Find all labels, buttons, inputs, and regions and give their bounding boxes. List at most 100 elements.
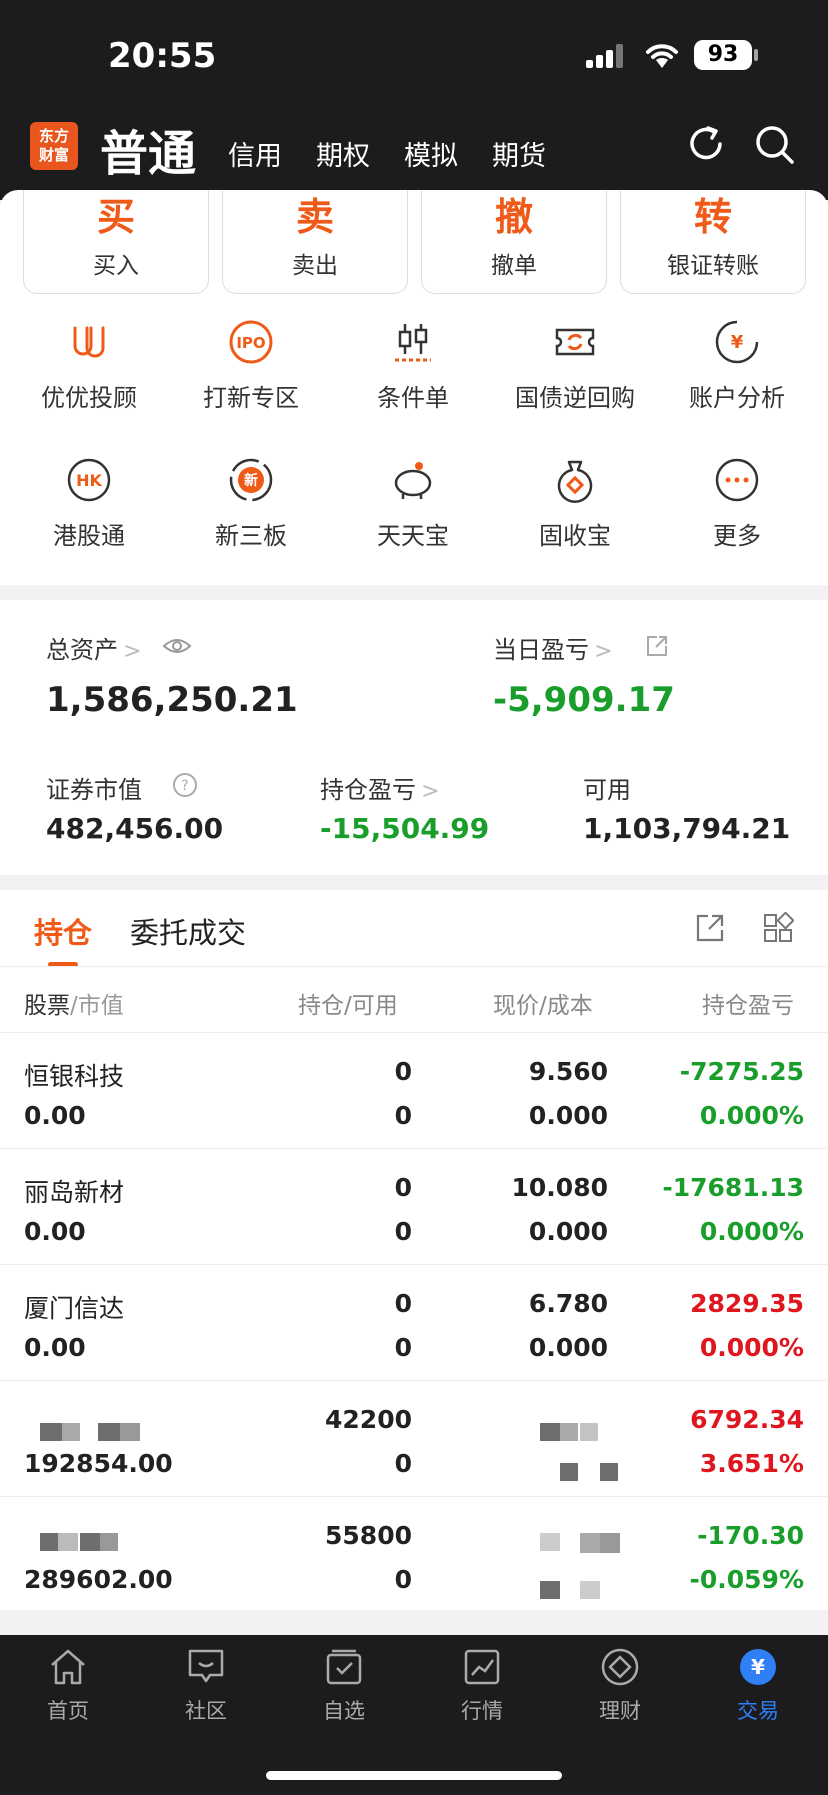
status-time: 20:55	[108, 36, 217, 76]
stock-name: 厦门信达	[24, 1294, 125, 1323]
current-price: 10.080	[511, 1173, 608, 1202]
shortcut-new-third-board[interactable]: 新 新三板	[171, 456, 331, 551]
hk-icon: HK	[67, 458, 111, 502]
position-pl: 2829.35	[690, 1289, 804, 1318]
market-value: 0.00	[24, 1217, 86, 1246]
hold-qty: 0	[394, 1173, 412, 1202]
piggy-bank-icon	[394, 462, 432, 499]
cancel-order-button[interactable]: 撤 撤单	[421, 190, 607, 294]
sell-button[interactable]: 卖 卖出	[222, 190, 408, 294]
chevron-right-icon: >	[123, 639, 142, 664]
market-value: 192854.00	[24, 1449, 173, 1478]
market-value: 0.00	[24, 1333, 86, 1362]
tab-community[interactable]: 社区	[156, 1647, 256, 1725]
bank-transfer-button[interactable]: 转 银证转账	[620, 190, 806, 294]
positions-panel: 持仓 委托成交 股票/市值 持仓/可用 现价/成本 持仓盈亏 恒银科技 0.00…	[0, 890, 828, 1610]
new-board-icon: 新	[229, 458, 273, 502]
col-header-price[interactable]: 现价/成本	[493, 986, 593, 1020]
position-pl-value: -15,504.99	[320, 812, 490, 845]
app-logo: 东方 财富	[30, 122, 78, 170]
available-label: 可用	[583, 776, 631, 804]
shortcut-account-analysis[interactable]: ¥ 账户分析	[657, 318, 817, 413]
status-bar: 20:55 93	[0, 0, 828, 110]
table-row[interactable]: 289602.00 55800 0 -170.30 -0.059%	[0, 1496, 828, 1612]
analysis-icon: ¥	[715, 320, 759, 364]
help-icon[interactable]: ?	[172, 772, 198, 798]
tab-market[interactable]: 行情	[432, 1647, 532, 1725]
more-icon	[715, 458, 759, 502]
tab-trade[interactable]: ¥ 交易	[708, 1647, 808, 1725]
position-pl: -170.30	[697, 1521, 804, 1550]
chevron-right-icon: >	[594, 639, 613, 664]
col-header-pl[interactable]: 持仓盈亏	[702, 986, 806, 1020]
shortcut-more[interactable]: 更多	[657, 456, 817, 551]
ipo-icon: IPO	[229, 320, 273, 364]
export-icon[interactable]	[694, 912, 726, 944]
table-row[interactable]: 恒银科技 0.00 0 0 9.560 0.000 -7275.25 0.000…	[0, 1032, 828, 1148]
tab-wealth[interactable]: 理财	[570, 1647, 670, 1725]
search-icon[interactable]	[752, 122, 796, 166]
position-pl-pct: 3.651%	[699, 1449, 804, 1478]
daily-pl-link[interactable]: 当日盈亏 >	[493, 630, 613, 665]
col-header-stock[interactable]: 股票/市值	[24, 986, 124, 1020]
cost-price: 0.000	[528, 1333, 608, 1362]
share-icon[interactable]	[645, 634, 669, 658]
position-pl-pct: -0.059%	[689, 1565, 804, 1594]
total-assets-link[interactable]: 总资产 >	[46, 630, 142, 665]
tab-watchlist[interactable]: 自选	[294, 1647, 394, 1725]
shortcut-guoshoubao[interactable]: 固收宝	[495, 456, 655, 551]
wealth-icon	[601, 1648, 639, 1686]
divider	[0, 966, 828, 967]
cellular-signal-icon	[586, 44, 626, 68]
market-chart-icon	[464, 1649, 500, 1685]
tab-options[interactable]: 期权	[316, 134, 370, 173]
trade-yen-icon: ¥	[740, 1649, 776, 1685]
shortcut-hk-connect[interactable]: HK 港股通	[9, 456, 169, 551]
total-assets-value: 1,586,250.21	[46, 680, 298, 720]
watchlist-icon	[326, 1649, 362, 1685]
shortcut-conditional-order[interactable]: 条件单	[333, 318, 493, 413]
col-header-hold[interactable]: 持仓/可用	[298, 986, 398, 1020]
buy-button[interactable]: 买 买入	[23, 190, 209, 294]
tab-simulation[interactable]: 模拟	[404, 134, 458, 173]
grid-view-icon[interactable]	[762, 912, 794, 944]
chevron-right-icon: >	[421, 779, 440, 804]
shortcut-ipo[interactable]: IPO 打新专区	[171, 318, 331, 413]
tab-normal-account[interactable]: 普通	[100, 114, 196, 184]
svg-text:新: 新	[244, 472, 258, 489]
refresh-icon[interactable]	[684, 122, 728, 166]
position-pl-link[interactable]: 持仓盈亏 >	[320, 770, 440, 805]
hold-qty: 0	[394, 1057, 412, 1086]
repo-icon	[555, 328, 595, 356]
tab-home[interactable]: 首页	[18, 1647, 118, 1725]
community-icon	[188, 1649, 224, 1683]
tab-orders-trades[interactable]: 委托成交	[130, 910, 246, 952]
shortcut-advisor[interactable]: 优优投顾	[9, 318, 169, 413]
eye-icon[interactable]	[162, 636, 192, 656]
shortcut-tiantianbao[interactable]: 天天宝	[333, 456, 493, 551]
market-value: 0.00	[24, 1101, 86, 1130]
trade-actions-card: 买 买入 卖 卖出 撤 撤单 转 银证转账 优优投顾 IPO 打新专区 条件单 …	[0, 190, 828, 585]
position-pl-pct: 0.000%	[699, 1217, 804, 1246]
asset-summary: 总资产 > 1,586,250.21 当日盈亏 > -5,909.17 证券市值…	[0, 600, 828, 875]
home-icon	[51, 1649, 85, 1685]
table-row[interactable]: 厦门信达 0.00 0 0 6.780 0.000 2829.35 0.000%	[0, 1264, 828, 1380]
position-pl-pct: 0.000%	[699, 1333, 804, 1362]
home-indicator	[266, 1771, 562, 1780]
tab-credit[interactable]: 信用	[228, 134, 282, 173]
avail-qty: 0	[394, 1101, 412, 1130]
shortcut-reverse-repo[interactable]: 国债逆回购	[495, 318, 655, 413]
market-value-label: 证券市值	[46, 776, 142, 804]
tab-positions[interactable]: 持仓	[34, 910, 92, 952]
table-row[interactable]: 192854.00 42200 0 6792.34 3.651%	[0, 1380, 828, 1496]
candlestick-icon	[395, 324, 431, 362]
hold-qty: 55800	[325, 1521, 412, 1550]
table-row[interactable]: 丽岛新材 0.00 0 0 10.080 0.000 -17681.13 0.0…	[0, 1148, 828, 1264]
current-price: 9.560	[528, 1057, 608, 1086]
svg-text:¥: ¥	[751, 1655, 765, 1679]
wifi-icon	[646, 44, 678, 68]
hold-qty: 42200	[325, 1405, 412, 1434]
tab-futures[interactable]: 期货	[492, 134, 546, 173]
battery-icon: 93	[694, 40, 752, 70]
battery-nub	[754, 49, 758, 61]
